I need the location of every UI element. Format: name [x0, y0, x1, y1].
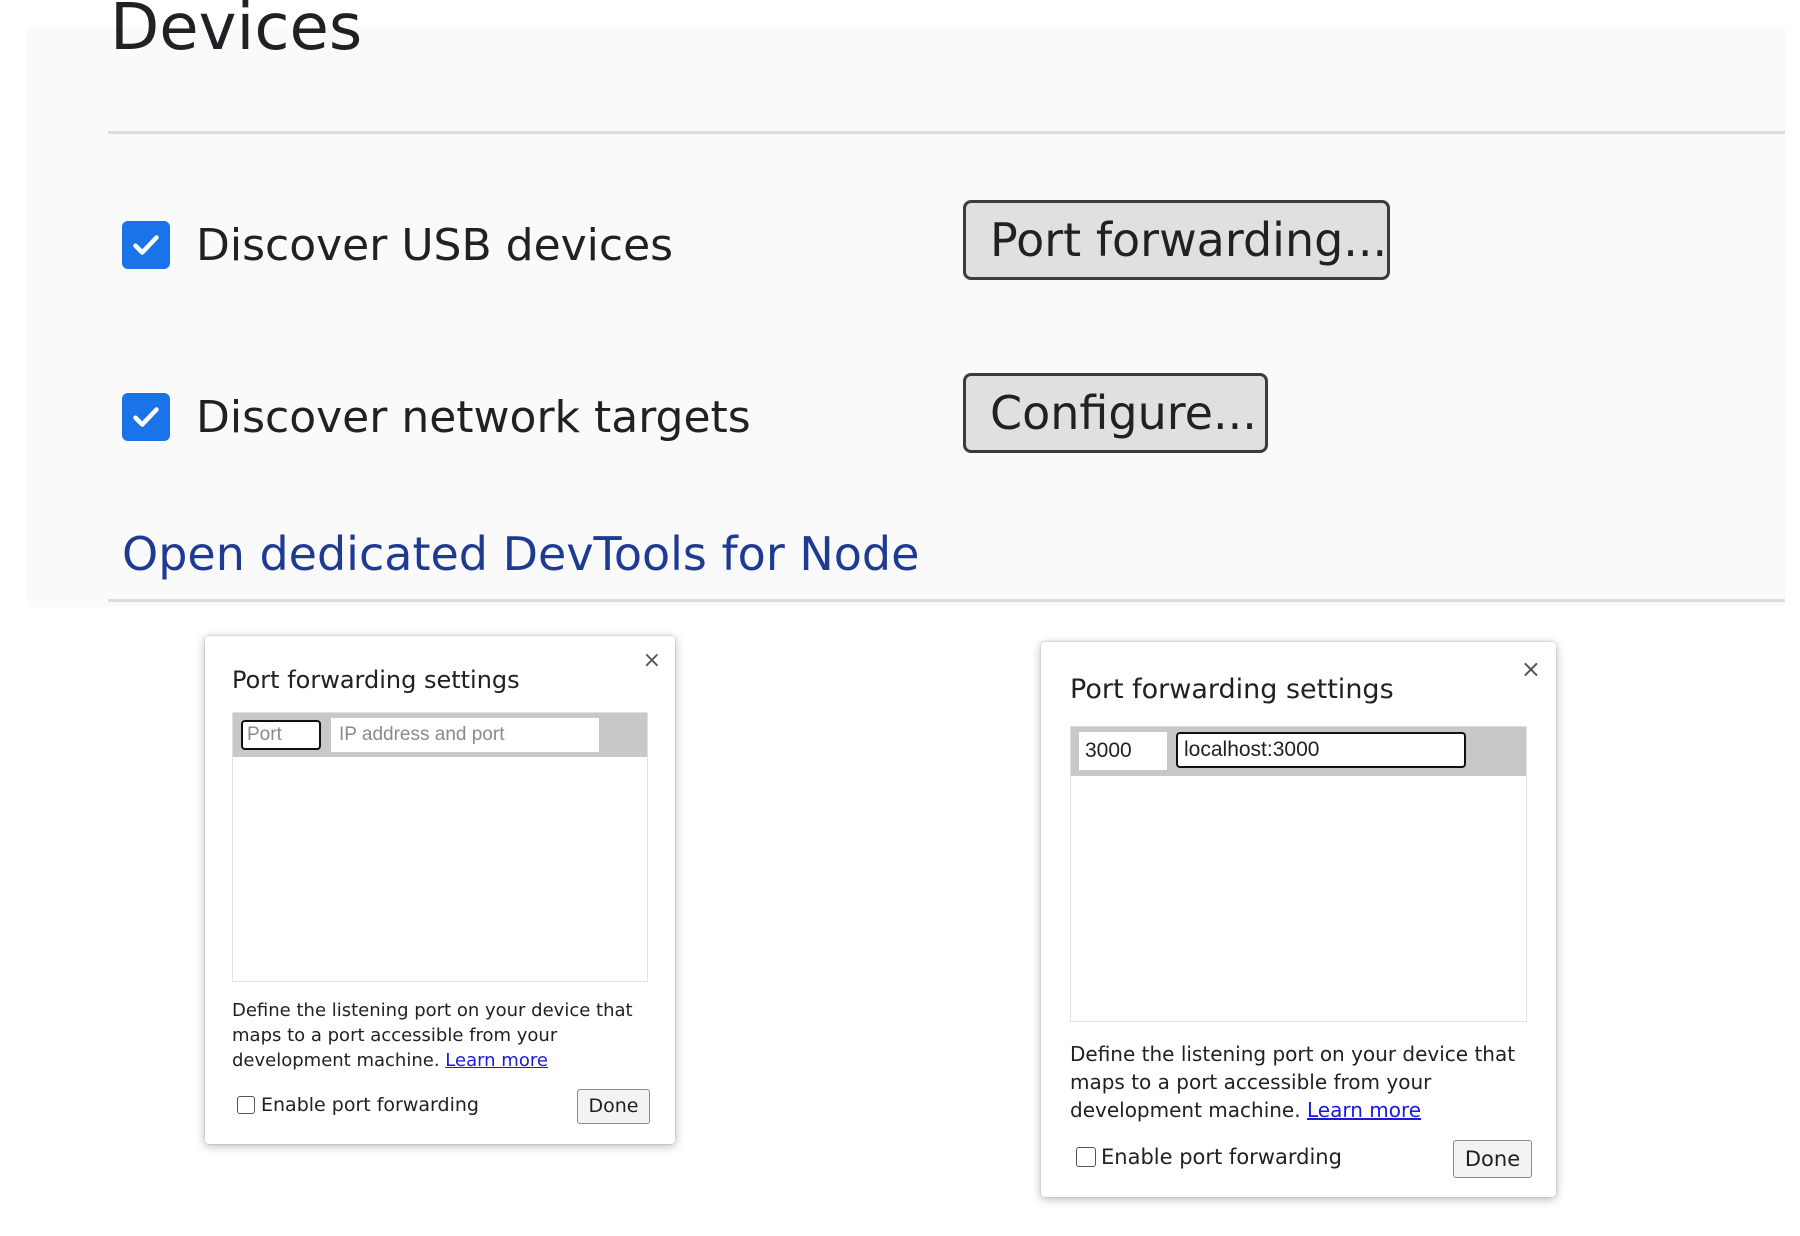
- close-icon[interactable]: ×: [643, 650, 661, 672]
- new-rule-row: Port IP address and port: [233, 713, 647, 757]
- discover-network-checkbox[interactable]: [122, 393, 170, 441]
- port-forwarding-dialog-empty: × Port forwarding settings Port IP addre…: [205, 636, 675, 1144]
- port-forwarding-dialog-filled: × Port forwarding settings 3000 localhos…: [1041, 642, 1556, 1197]
- checkmark-icon: [133, 235, 159, 255]
- port-rules-list: Port IP address and port: [232, 712, 648, 982]
- done-button[interactable]: Done: [577, 1089, 650, 1124]
- checkmark-icon: [133, 407, 159, 427]
- port-input[interactable]: 3000: [1079, 732, 1167, 770]
- enable-port-forwarding-label: Enable port forwarding: [261, 1094, 479, 1116]
- dialog-title: Port forwarding settings: [1070, 674, 1394, 705]
- enable-port-forwarding-checkbox[interactable]: [237, 1096, 255, 1114]
- divider: [108, 131, 1785, 134]
- address-input[interactable]: IP address and port: [331, 718, 599, 752]
- new-rule-row: 3000 localhost:3000: [1071, 727, 1526, 776]
- learn-more-link[interactable]: Learn more: [1307, 1098, 1421, 1122]
- enable-port-forwarding-option[interactable]: Enable port forwarding: [237, 1094, 479, 1116]
- learn-more-link[interactable]: Learn more: [445, 1050, 548, 1071]
- dialog-description: Define the listening port on your device…: [232, 998, 652, 1074]
- devices-panel: Devices Discover USB devices Port forwar…: [27, 0, 1785, 607]
- close-icon[interactable]: ×: [1521, 657, 1541, 681]
- discover-usb-label: Discover USB devices: [196, 219, 674, 271]
- discover-network-option[interactable]: Discover network targets: [122, 387, 751, 447]
- enable-port-forwarding-option[interactable]: Enable port forwarding: [1076, 1145, 1342, 1169]
- description-text: Define the listening port on your device…: [232, 1000, 633, 1072]
- description-text: Define the listening port on your device…: [1070, 1042, 1516, 1122]
- page-title: Devices: [110, 0, 363, 65]
- done-button[interactable]: Done: [1453, 1140, 1532, 1178]
- dialog-description: Define the listening port on your device…: [1070, 1040, 1530, 1124]
- port-rules-list: 3000 localhost:3000: [1070, 726, 1527, 1022]
- discover-usb-checkbox[interactable]: [122, 221, 170, 269]
- enable-port-forwarding-checkbox[interactable]: [1076, 1147, 1096, 1167]
- address-input[interactable]: localhost:3000: [1176, 732, 1466, 768]
- discover-network-label: Discover network targets: [196, 391, 751, 443]
- discover-usb-option[interactable]: Discover USB devices: [122, 215, 673, 275]
- open-node-devtools-link[interactable]: Open dedicated DevTools for Node: [122, 527, 919, 581]
- dialog-title: Port forwarding settings: [232, 666, 520, 694]
- configure-button[interactable]: Configure...: [963, 373, 1268, 453]
- port-input[interactable]: Port: [241, 720, 321, 750]
- divider: [108, 599, 1785, 602]
- enable-port-forwarding-label: Enable port forwarding: [1101, 1145, 1342, 1169]
- port-forwarding-button[interactable]: Port forwarding...: [963, 200, 1390, 280]
